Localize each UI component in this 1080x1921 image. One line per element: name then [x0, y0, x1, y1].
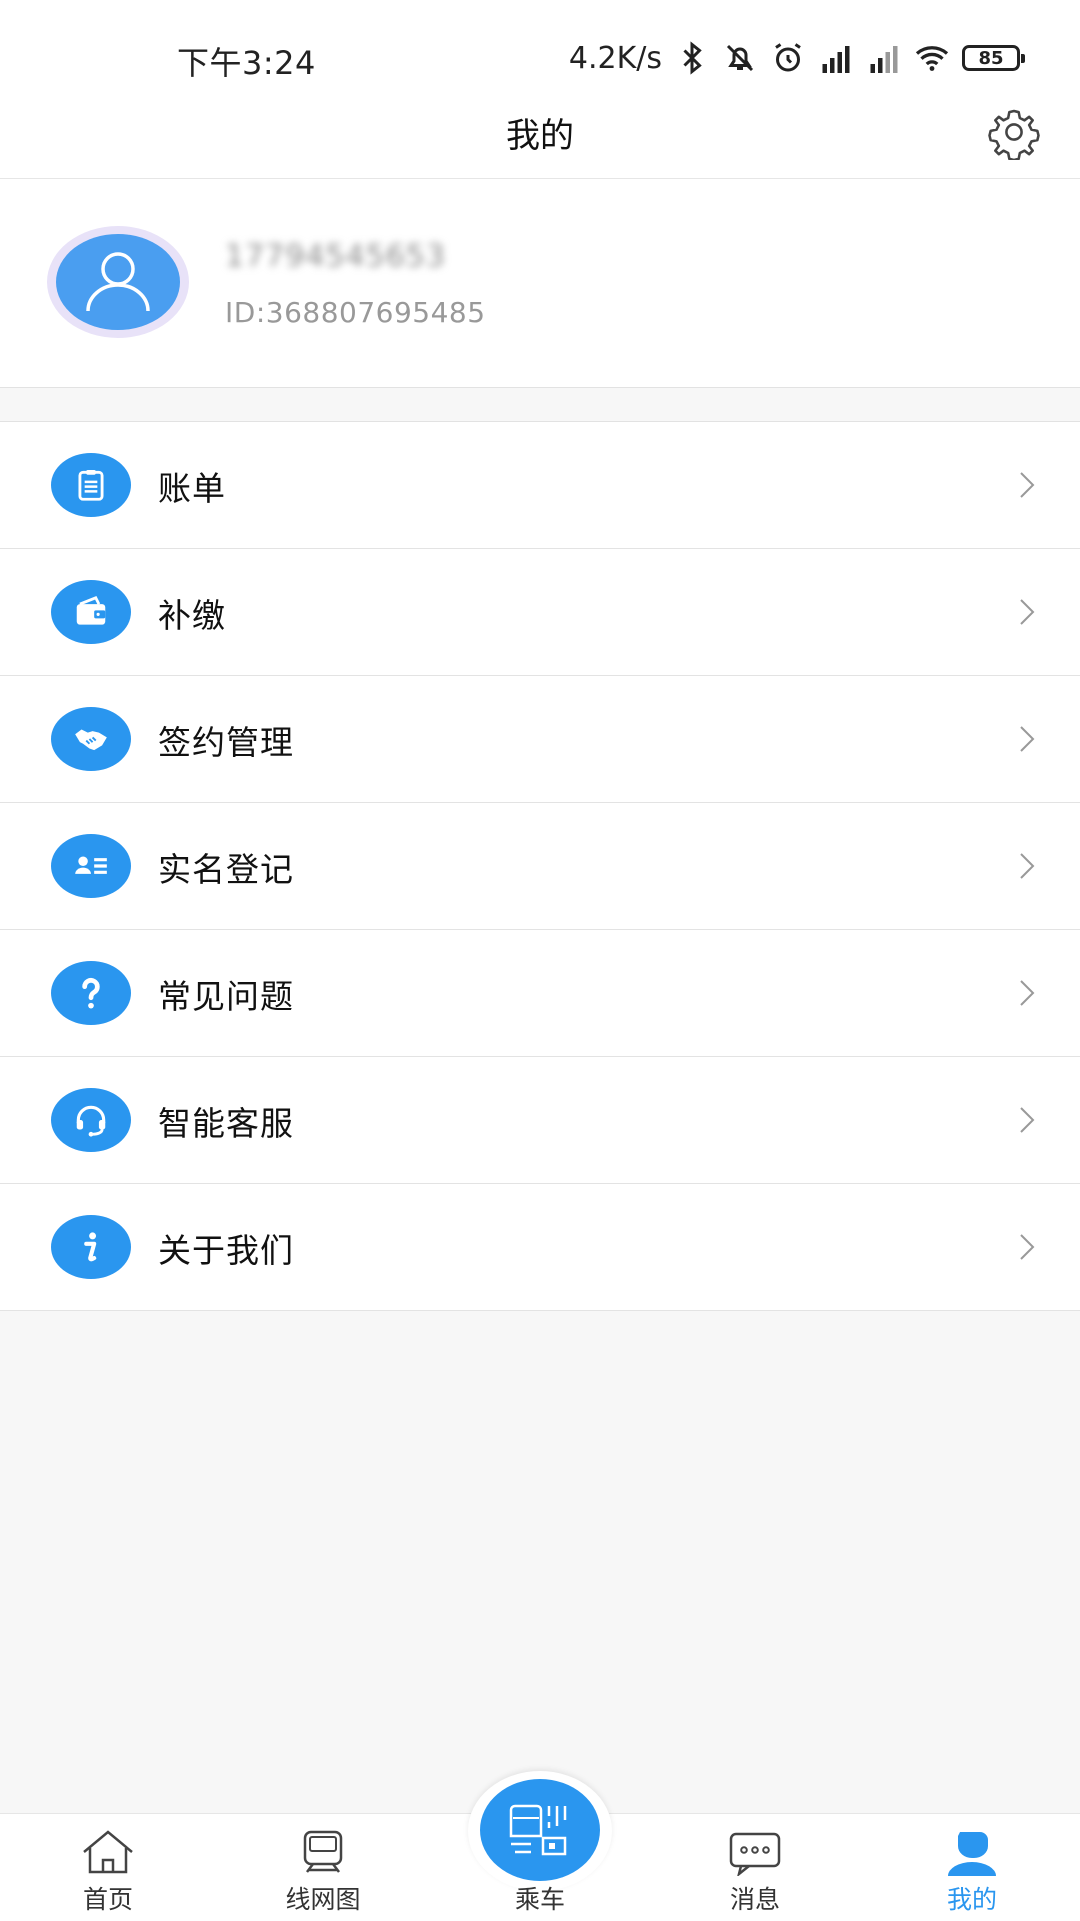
- signal-hd-icon: [822, 46, 850, 73]
- status-icons: 4.2K/s 85: [568, 38, 1025, 78]
- ride-qr-icon: [509, 1804, 567, 1856]
- menu-item-contract[interactable]: 签约管理: [0, 676, 1080, 803]
- nav-label: 首页: [82, 1885, 133, 1914]
- nav-label: 消息: [729, 1885, 780, 1914]
- handshake-icon: [51, 707, 131, 771]
- menu-label: 账单: [158, 469, 226, 508]
- menu-item-service[interactable]: 智能客服: [0, 1057, 1080, 1184]
- chevron-right-icon: [1020, 980, 1035, 1006]
- menu-label: 智能客服: [158, 1104, 294, 1143]
- menu-label: 签约管理: [158, 723, 294, 762]
- chevron-right-icon: [1020, 1107, 1035, 1133]
- user-icon: [948, 1832, 996, 1876]
- avatar-circle: [56, 234, 180, 330]
- menu-label: 实名登记: [158, 850, 294, 889]
- id-card-icon: [51, 834, 131, 898]
- chevron-right-icon: [1020, 1234, 1035, 1260]
- ride-button[interactable]: [468, 1771, 612, 1891]
- menu-list: 账单 补缴 签约管理 实名登记 常见问题 智能客服 关于我们: [0, 421, 1080, 1311]
- status-bar: 下午3:24 4.2K/s 85: [0, 0, 1080, 104]
- message-icon: [729, 1832, 781, 1876]
- profile-card[interactable]: 17794545653 ID:368807695485: [0, 179, 1080, 388]
- menu-label: 补缴: [158, 596, 226, 635]
- page-title: 我的: [506, 116, 574, 156]
- wallet-icon: [51, 580, 131, 644]
- home-icon: [83, 1830, 133, 1874]
- nav-item-message[interactable]: 消息: [685, 1814, 825, 1921]
- bluetooth-icon: [683, 41, 702, 75]
- chevron-right-icon: [1020, 472, 1035, 498]
- mute-icon: [726, 44, 754, 72]
- metro-map-icon: [303, 1830, 343, 1873]
- nav-item-mine[interactable]: 我的: [902, 1814, 1042, 1921]
- nav-item-home[interactable]: 首页: [38, 1814, 178, 1921]
- alarm-icon: [775, 43, 801, 72]
- menu-item-repay[interactable]: 补缴: [0, 549, 1080, 676]
- ride-button-circle: [480, 1779, 600, 1881]
- nav-label: 线网图: [285, 1885, 361, 1914]
- bill-icon: [51, 453, 131, 517]
- menu-item-realname[interactable]: 实名登记: [0, 803, 1080, 930]
- avatar[interactable]: [47, 226, 189, 338]
- info-icon: [51, 1215, 131, 1279]
- headset-icon: [51, 1088, 131, 1152]
- battery-icon: 85: [962, 45, 1025, 71]
- nav-label: 我的: [946, 1885, 997, 1914]
- user-phone: 17794545653: [225, 239, 446, 274]
- menu-item-faq[interactable]: 常见问题: [0, 930, 1080, 1057]
- status-time: 下午3:24: [177, 44, 316, 82]
- user-id: ID:368807695485: [225, 296, 486, 329]
- battery-level: 85: [978, 47, 1004, 69]
- signal-hd-2-icon: [870, 46, 898, 73]
- menu-item-about[interactable]: 关于我们: [0, 1184, 1080, 1311]
- chevron-right-icon: [1020, 726, 1035, 752]
- gear-icon[interactable]: [986, 104, 1042, 160]
- question-icon: [51, 961, 131, 1025]
- title-bar: 我的: [0, 104, 1080, 179]
- nav-item-metro-map[interactable]: 线网图: [253, 1814, 393, 1921]
- wifi-icon: [915, 46, 949, 71]
- menu-item-bill[interactable]: 账单: [0, 422, 1080, 549]
- chevron-right-icon: [1020, 599, 1035, 625]
- ride-label: 乘车: [514, 1885, 565, 1914]
- menu-label: 关于我们: [158, 1231, 294, 1270]
- user-avatar-icon: [86, 252, 150, 312]
- chevron-right-icon: [1020, 853, 1035, 879]
- menu-label: 常见问题: [158, 977, 294, 1016]
- net-speed: 4.2K/s: [568, 40, 662, 76]
